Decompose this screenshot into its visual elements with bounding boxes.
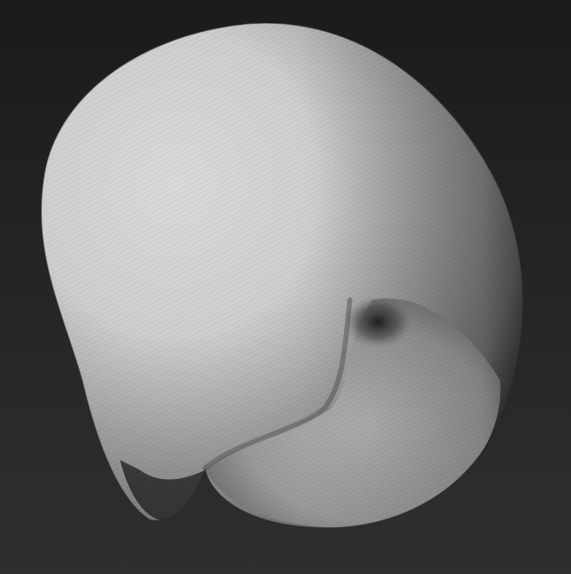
viewport-canvas[interactable] [0, 0, 571, 574]
sculpt-viewport[interactable] [0, 0, 571, 574]
